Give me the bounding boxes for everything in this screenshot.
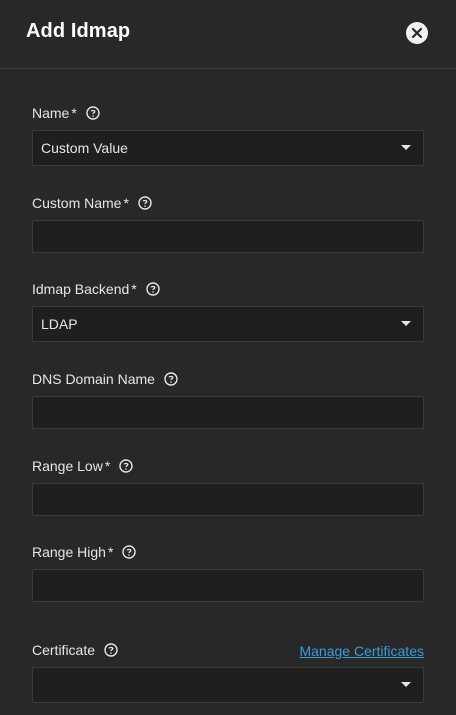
name-select-value: Custom Value (41, 140, 128, 156)
required-mark: * (131, 281, 137, 297)
help-icon[interactable] (122, 545, 137, 559)
name-field: Name * Custom Value (32, 104, 424, 166)
help-icon[interactable] (164, 372, 178, 386)
idmap-backend-field: Idmap Backend * LDAP (32, 280, 424, 342)
custom-name-field: Custom Name * (32, 194, 424, 253)
help-icon[interactable] (86, 106, 100, 120)
dialog-header: Add Idmap (0, 0, 456, 69)
chevron-down-icon (401, 321, 411, 326)
range-high-label: Range High (32, 544, 106, 560)
required-mark: * (107, 544, 114, 560)
idmap-backend-label: Idmap Backend (32, 281, 130, 297)
required-mark: * (104, 458, 111, 474)
certificate-select[interactable] (32, 667, 424, 703)
name-select[interactable]: Custom Value (32, 130, 424, 166)
custom-name-label: Custom Name (32, 195, 122, 211)
custom-name-input[interactable] (32, 220, 424, 253)
dns-domain-name-input[interactable] (32, 396, 424, 429)
help-icon[interactable] (104, 643, 118, 657)
certificate-label: Certificate (32, 642, 96, 658)
required-mark: * (123, 195, 129, 211)
range-high-field: Range High * (32, 543, 424, 602)
idmap-backend-select[interactable]: LDAP (32, 306, 424, 342)
help-icon[interactable] (119, 459, 133, 473)
range-low-input[interactable] (32, 483, 424, 516)
help-icon[interactable] (146, 282, 160, 296)
close-button[interactable] (406, 22, 428, 44)
certificate-field: Certificate Manage Certificates (32, 641, 424, 703)
name-label: Name (32, 105, 70, 121)
idmap-backend-select-value: LDAP (41, 316, 78, 332)
dialog-title: Add Idmap (26, 20, 131, 42)
range-low-label: Range Low (32, 458, 103, 474)
chevron-down-icon (401, 145, 411, 150)
range-high-input[interactable] (32, 569, 424, 602)
range-low-field: Range Low * (32, 457, 424, 516)
close-icon (411, 27, 423, 39)
help-icon[interactable] (138, 196, 152, 210)
required-mark: * (71, 105, 77, 121)
dns-domain-name-label: DNS Domain Name (32, 371, 155, 387)
dns-domain-name-field: DNS Domain Name (32, 370, 424, 429)
manage-certificates-link[interactable]: Manage Certificates (299, 643, 424, 659)
chevron-down-icon (401, 682, 411, 687)
